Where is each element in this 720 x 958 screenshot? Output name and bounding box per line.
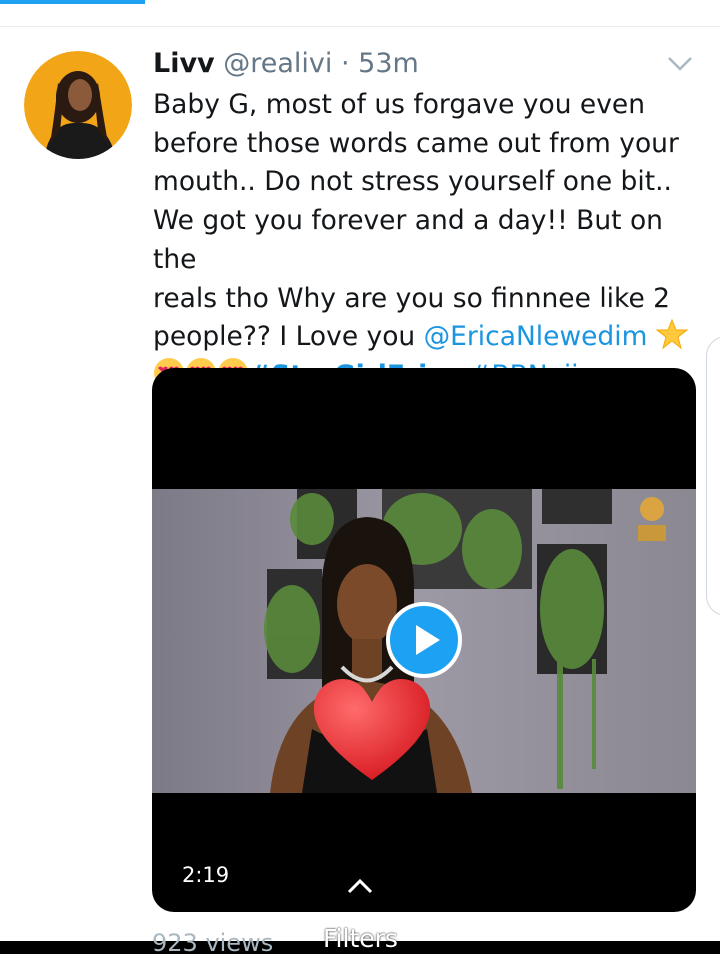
chevron-up-icon[interactable] <box>345 876 375 896</box>
video-player[interactable]: 2:19 <box>152 368 696 912</box>
video-duration: 2:19 <box>182 863 230 887</box>
top-divider <box>0 26 720 27</box>
mention-link[interactable]: @EricaNlewedim <box>424 321 648 352</box>
avatar[interactable] <box>24 51 132 159</box>
tweet-line-text: people?? I Love you <box>153 321 424 353</box>
heart-icon <box>313 678 431 780</box>
tweet-line: people?? I Love you @EricaNlewedim <box>153 318 713 357</box>
tweet-line: mouth.. Do not stress yourself one bit.. <box>153 166 672 198</box>
active-tab-indicator <box>0 0 145 4</box>
star-emoji-icon <box>655 318 688 350</box>
author-name[interactable]: Livv <box>153 48 215 79</box>
tweet-text: Baby G, most of us forgave you even befo… <box>153 86 713 396</box>
filters-button[interactable]: Filters <box>323 924 398 954</box>
tweet-header: Livv @realivi · 53m <box>153 44 419 84</box>
tweet-line: before those words came out from your <box>153 127 679 159</box>
side-panel-edge[interactable] <box>706 336 720 616</box>
timestamp[interactable]: 53m <box>358 48 419 79</box>
tweet-line: We got you forever and a day!! But on th… <box>153 205 663 275</box>
author-handle[interactable]: @realivi <box>223 48 332 79</box>
chevron-down-icon[interactable] <box>663 52 697 76</box>
tweet-line: Baby G, most of us forgave you even <box>153 89 646 120</box>
tweet-line: reals tho Why are you so finnnee like 2 <box>153 282 671 314</box>
header-separator: · <box>332 48 359 79</box>
